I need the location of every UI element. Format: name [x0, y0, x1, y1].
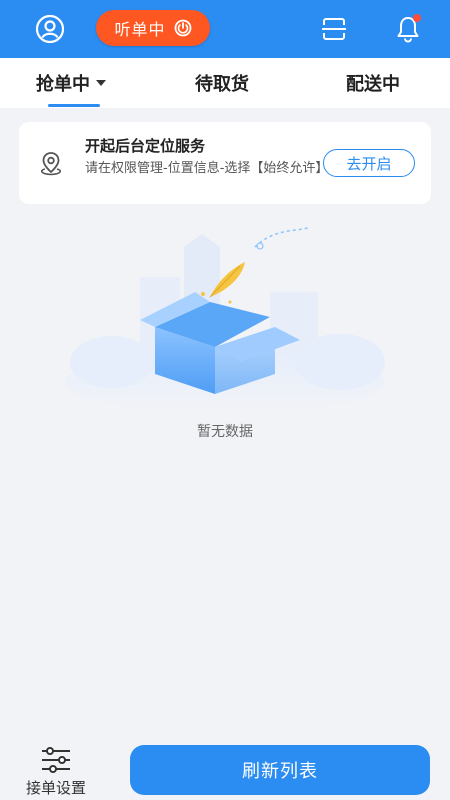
location-pin-icon: [37, 150, 65, 182]
empty-state-text: 暂无数据: [197, 424, 253, 440]
tab-label: 抢单中: [36, 74, 90, 95]
order-settings-label: 接单设置: [25, 779, 86, 797]
tab-grabbing[interactable]: 抢单中: [36, 70, 106, 96]
user-circle-icon: [35, 14, 65, 44]
power-icon: [174, 19, 192, 37]
location-permission-card: 开起后台定位服务 请在权限管理-位置信息-选择【始终允许】 去开启: [19, 122, 431, 204]
enable-location-button[interactable]: 去开启: [323, 149, 415, 177]
bottom-action-bar: 接单设置 刷新列表: [0, 738, 450, 800]
caret-down-icon: [96, 80, 106, 86]
empty-box-illustration: [60, 222, 390, 414]
sliders-icon: [42, 747, 70, 773]
location-card-title: 开起后台定位服务: [85, 137, 206, 155]
scan-icon: [322, 18, 346, 40]
listen-status-toggle[interactable]: 听单中: [96, 10, 210, 46]
refresh-list-label: 刷新列表: [242, 761, 318, 782]
refresh-list-button[interactable]: 刷新列表: [130, 745, 430, 795]
tab-delivering[interactable]: 配送中: [346, 70, 400, 96]
app-header: 听单中: [0, 0, 450, 58]
notification-button[interactable]: [390, 11, 426, 47]
tab-awaiting-pickup[interactable]: 待取货: [195, 70, 249, 96]
scan-button[interactable]: [316, 11, 352, 47]
notification-dot: [413, 14, 421, 22]
tab-label: 配送中: [346, 74, 400, 95]
listen-status-label: 听单中: [114, 20, 166, 39]
location-card-description: 请在权限管理-位置信息-选择【始终允许】: [85, 161, 329, 176]
profile-button[interactable]: [32, 11, 68, 47]
enable-location-label: 去开启: [346, 154, 392, 173]
tab-label: 待取货: [195, 74, 249, 95]
order-settings-button[interactable]: 接单设置: [18, 746, 94, 798]
active-tab-indicator: [48, 104, 100, 107]
order-tabs: 抢单中 待取货 配送中: [0, 58, 450, 108]
